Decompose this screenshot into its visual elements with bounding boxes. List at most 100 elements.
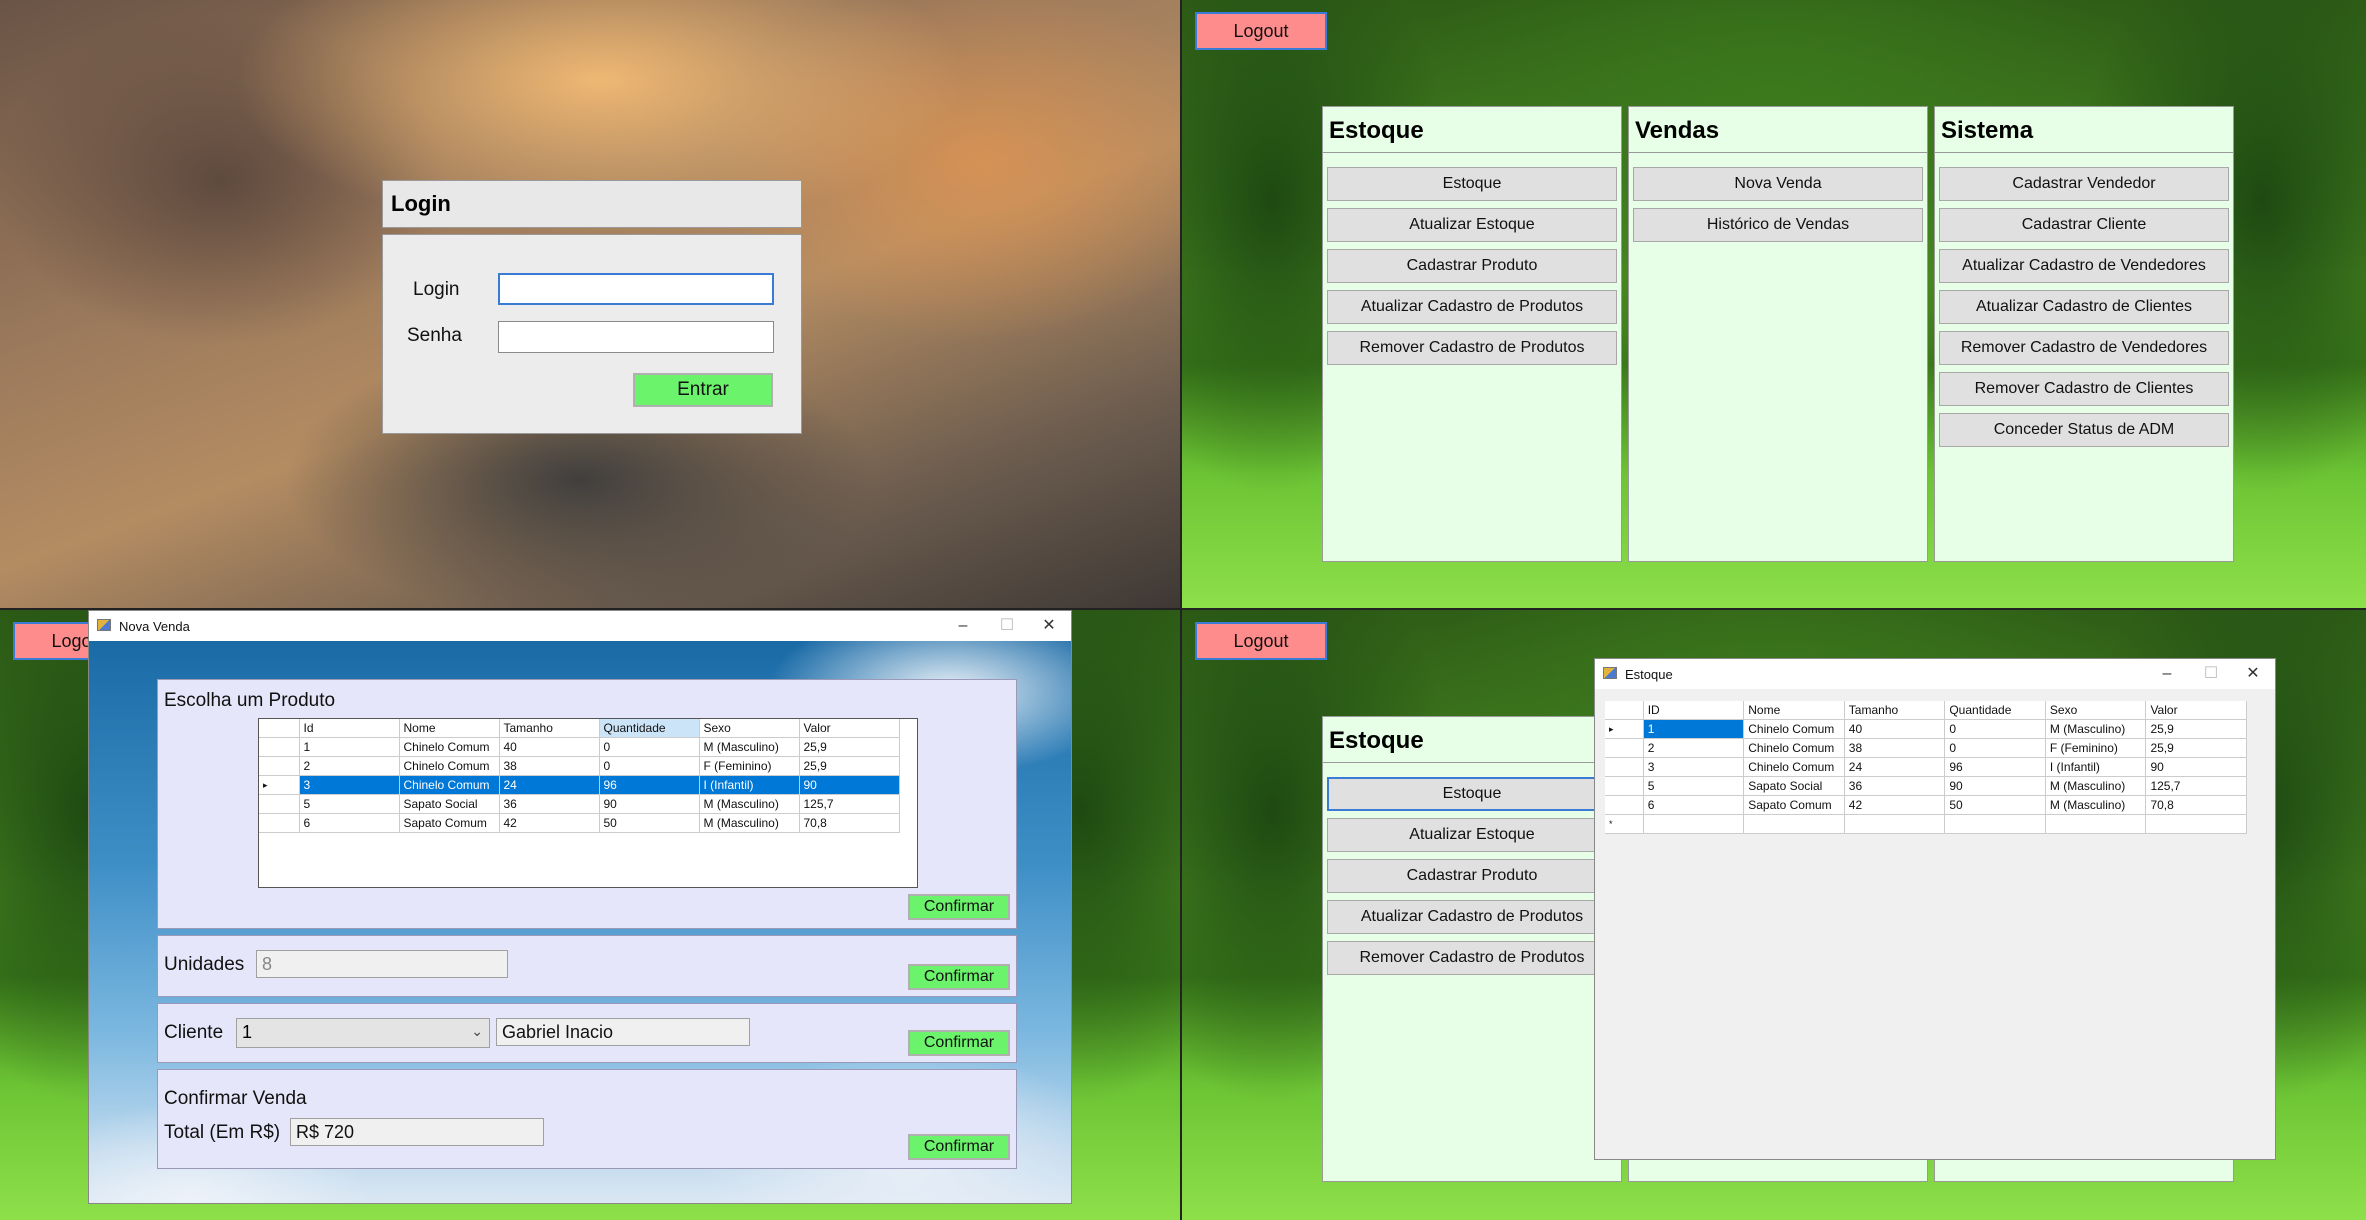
table-cell[interactable] xyxy=(1844,814,1946,834)
column-header[interactable]: Quantidade xyxy=(599,719,700,738)
table-cell[interactable]: 70,8 xyxy=(2145,795,2247,815)
table-cell[interactable]: 0 xyxy=(1944,719,2046,739)
table-row[interactable]: 2 Chinelo Comum 38 0 F (Feminino) 25,9 xyxy=(1605,738,2247,758)
table-cell[interactable]: M (Masculino) xyxy=(2045,719,2147,739)
table-cell[interactable]: 25,9 xyxy=(2145,719,2247,739)
column-header[interactable]: Nome xyxy=(1743,701,1845,720)
remove-products-button[interactable]: Remover Cadastro de Produtos xyxy=(1327,331,1617,365)
maximize-icon[interactable]: ☐ xyxy=(2191,663,2231,685)
column-header[interactable]: Id xyxy=(299,719,400,738)
table-cell[interactable]: Chinelo Comum xyxy=(1743,738,1845,758)
row-pointer-icon[interactable]: ▸ xyxy=(259,775,300,795)
update-stock-button[interactable]: Atualizar Estoque xyxy=(1327,208,1617,242)
product-grid[interactable]: Id Nome Tamanho Quantidade Sexo Valor 1 … xyxy=(258,718,918,888)
register-client-button[interactable]: Cadastrar Cliente xyxy=(1939,208,2229,242)
table-row[interactable]: 3 Chinelo Comum 24 96 I (Infantil) 90 xyxy=(1605,757,2247,777)
new-row-marker[interactable]: * xyxy=(1605,814,1644,834)
row-header[interactable] xyxy=(1605,776,1644,796)
table-row[interactable]: 6 Sapato Comum 42 50 M (Masculino) 70,8 xyxy=(1605,795,2247,815)
column-header[interactable]: Valor xyxy=(2145,701,2247,720)
column-header[interactable]: Tamanho xyxy=(1844,701,1946,720)
table-cell[interactable]: I (Infantil) xyxy=(2045,757,2147,777)
stock-grid[interactable]: ID Nome Tamanho Quantidade Sexo Valor ▸ … xyxy=(1605,701,2247,851)
register-seller-button[interactable]: Cadastrar Vendedor xyxy=(1939,167,2229,201)
table-cell[interactable]: 90 xyxy=(799,775,900,795)
table-cell[interactable]: 3 xyxy=(299,775,400,795)
table-cell[interactable]: F (Feminino) xyxy=(699,756,800,776)
confirm-units-button[interactable]: Confirmar xyxy=(908,964,1010,990)
table-cell[interactable]: 0 xyxy=(599,737,700,757)
table-cell[interactable]: 36 xyxy=(499,794,600,814)
row-header[interactable] xyxy=(259,756,300,776)
password-input[interactable] xyxy=(498,321,774,353)
close-icon[interactable]: ✕ xyxy=(1029,615,1069,637)
table-row[interactable]: 5 Sapato Social 36 90 M (Masculino) 125,… xyxy=(259,794,900,814)
table-cell[interactable]: 1 xyxy=(299,737,400,757)
table-cell[interactable]: 25,9 xyxy=(799,737,900,757)
register-product-button[interactable]: Cadastrar Produto xyxy=(1327,249,1617,283)
table-cell[interactable]: 90 xyxy=(1944,776,2046,796)
register-product-button[interactable]: Cadastrar Produto xyxy=(1327,859,1617,893)
column-header[interactable]: Sexo xyxy=(2045,701,2147,720)
table-cell[interactable]: 125,7 xyxy=(799,794,900,814)
confirm-sale-button[interactable]: Confirmar xyxy=(908,1134,1010,1160)
table-row[interactable]: 6 Sapato Comum 42 50 M (Masculino) 70,8 xyxy=(259,813,900,833)
table-cell[interactable]: 125,7 xyxy=(2145,776,2247,796)
table-cell[interactable]: 40 xyxy=(499,737,600,757)
table-cell[interactable]: 96 xyxy=(1944,757,2046,777)
table-cell[interactable]: 2 xyxy=(299,756,400,776)
new-sale-button[interactable]: Nova Venda xyxy=(1633,167,1923,201)
table-cell[interactable]: 24 xyxy=(499,775,600,795)
column-header[interactable]: Sexo xyxy=(699,719,800,738)
table-cell[interactable]: 38 xyxy=(499,756,600,776)
update-sellers-button[interactable]: Atualizar Cadastro de Vendedores xyxy=(1939,249,2229,283)
close-icon[interactable]: ✕ xyxy=(2233,663,2273,685)
update-products-button[interactable]: Atualizar Cadastro de Produtos xyxy=(1327,900,1617,934)
table-cell[interactable] xyxy=(2145,814,2247,834)
table-cell-selected[interactable]: 1 xyxy=(1643,719,1745,739)
remove-sellers-button[interactable]: Remover Cadastro de Vendedores xyxy=(1939,331,2229,365)
logout-button[interactable]: Logout xyxy=(1195,622,1327,660)
remove-products-button[interactable]: Remover Cadastro de Produtos xyxy=(1327,941,1617,975)
table-cell[interactable] xyxy=(1643,814,1745,834)
logout-button[interactable]: Logout xyxy=(1195,12,1327,50)
confirm-product-button[interactable]: Confirmar xyxy=(908,894,1010,920)
minimize-icon[interactable]: – xyxy=(943,615,983,637)
table-cell[interactable]: 96 xyxy=(599,775,700,795)
table-cell[interactable]: M (Masculino) xyxy=(2045,776,2147,796)
row-header[interactable] xyxy=(1605,738,1644,758)
table-row[interactable]: ▸ 1 Chinelo Comum 40 0 M (Masculino) 25,… xyxy=(1605,719,2247,739)
estoque-button[interactable]: Estoque xyxy=(1327,167,1617,201)
minimize-icon[interactable]: – xyxy=(2147,663,2187,685)
table-cell[interactable]: M (Masculino) xyxy=(699,794,800,814)
confirm-client-button[interactable]: Confirmar xyxy=(908,1030,1010,1056)
column-header[interactable]: Quantidade xyxy=(1944,701,2046,720)
table-cell[interactable]: 24 xyxy=(1844,757,1946,777)
table-cell[interactable]: M (Masculino) xyxy=(699,737,800,757)
table-cell[interactable]: Sapato Social xyxy=(399,794,500,814)
table-cell[interactable]: 70,8 xyxy=(799,813,900,833)
update-products-button[interactable]: Atualizar Cadastro de Produtos xyxy=(1327,290,1617,324)
table-row[interactable]: 5 Sapato Social 36 90 M (Masculino) 125,… xyxy=(1605,776,2247,796)
table-cell[interactable]: 25,9 xyxy=(799,756,900,776)
table-cell[interactable] xyxy=(1944,814,2046,834)
grant-admin-button[interactable]: Conceder Status de ADM xyxy=(1939,413,2229,447)
table-row[interactable]: 2 Chinelo Comum 38 0 F (Feminino) 25,9 xyxy=(259,756,900,776)
table-cell[interactable]: 36 xyxy=(1844,776,1946,796)
remove-clients-button[interactable]: Remover Cadastro de Clientes xyxy=(1939,372,2229,406)
table-cell[interactable]: Chinelo Comum xyxy=(1743,719,1845,739)
table-cell[interactable]: 3 xyxy=(1643,757,1745,777)
sales-history-button[interactable]: Histórico de Vendas xyxy=(1633,208,1923,242)
update-clients-button[interactable]: Atualizar Cadastro de Clientes xyxy=(1939,290,2229,324)
table-cell[interactable]: 25,9 xyxy=(2145,738,2247,758)
table-cell[interactable]: 38 xyxy=(1844,738,1946,758)
table-cell[interactable]: 5 xyxy=(1643,776,1745,796)
table-cell[interactable]: 6 xyxy=(299,813,400,833)
table-cell[interactable] xyxy=(2045,814,2147,834)
table-cell[interactable]: 90 xyxy=(2145,757,2247,777)
table-cell[interactable]: 6 xyxy=(1643,795,1745,815)
table-cell[interactable]: Sapato Comum xyxy=(1743,795,1845,815)
client-select[interactable]: 1 ⌄ xyxy=(236,1018,490,1048)
table-cell[interactable]: 0 xyxy=(1944,738,2046,758)
row-pointer-icon[interactable]: ▸ xyxy=(1605,719,1644,739)
